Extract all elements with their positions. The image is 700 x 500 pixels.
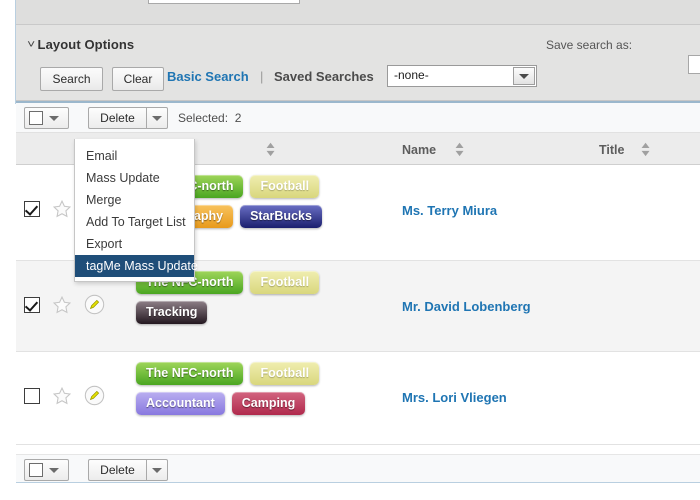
select-all-dropdown[interactable] (24, 459, 69, 481)
chevron-down-icon: ˅ (27, 39, 36, 51)
delete-dropdown-caret[interactable] (146, 107, 168, 129)
tag[interactable]: Accountant (136, 392, 225, 415)
row-checkbox[interactable] (24, 201, 40, 217)
save-search-as-input[interactable] (688, 55, 700, 74)
selected-count: Selected: 2 (178, 111, 241, 125)
delete-button[interactable]: Delete (88, 459, 146, 481)
top-cutoff-strip: ▾ (0, 0, 700, 25)
tag-list: The NFC-north Football Accountant Camping (136, 362, 396, 422)
basic-search-link[interactable]: Basic Search (167, 69, 249, 84)
separator: | (260, 69, 264, 84)
tag[interactable]: StarBucks (240, 205, 322, 228)
selected-count-value: 2 (234, 111, 242, 125)
star-icon[interactable] (52, 295, 72, 315)
chevron-down-icon[interactable] (49, 468, 59, 473)
delete-dropdown-caret[interactable] (146, 459, 168, 481)
sort-icon[interactable]: ▲ ▼ (639, 141, 652, 158)
column-header-title[interactable]: Title (599, 143, 624, 157)
menu-item-mass-update[interactable]: Mass Update (75, 167, 194, 189)
massupdate-toolbar-top: Delete Selected: 2 (16, 103, 700, 133)
tag[interactable]: Tracking (136, 301, 208, 324)
sort-icon[interactable]: ▲ ▼ (264, 141, 277, 158)
saved-searches-selected-value: -none- (394, 68, 429, 82)
column-header-name[interactable]: Name (402, 143, 436, 157)
table-row: The NFC-north Football Accountant Camping M… (16, 352, 700, 445)
menu-item-export[interactable]: Export (75, 233, 194, 255)
row-spacer (16, 445, 700, 454)
selected-count-label: Selected: (178, 111, 229, 125)
star-icon[interactable] (52, 199, 72, 219)
partial-text-input[interactable] (148, 0, 300, 4)
select-all-checkbox[interactable] (29, 463, 43, 477)
save-search-as-label: Save search as: (546, 38, 633, 52)
select-all-checkbox[interactable] (29, 111, 43, 125)
saved-searches-label: Saved Searches (274, 69, 374, 84)
clear-button[interactable]: Clear (112, 67, 164, 91)
tag[interactable]: Football (250, 271, 320, 294)
chevron-down-icon[interactable] (513, 67, 535, 85)
menu-item-merge[interactable]: Merge (75, 189, 194, 211)
layout-options-toggle[interactable]: ˅ Layout Options (27, 37, 135, 52)
pencil-icon[interactable] (84, 385, 105, 406)
page-bottom-margin (0, 483, 700, 500)
row-checkbox[interactable] (24, 388, 40, 404)
menu-item-tagme-mass-update[interactable]: tagMe Mass Update (75, 255, 198, 277)
tag[interactable]: Football (250, 175, 320, 198)
record-name-link[interactable]: Mr. David Lobenberg (402, 299, 531, 314)
menu-item-email[interactable]: Email (75, 145, 194, 167)
pencil-icon[interactable] (84, 294, 105, 315)
search-button[interactable]: Search (40, 67, 103, 91)
saved-searches-select[interactable]: -none- (387, 65, 537, 87)
search-panel: ˅ Layout Options Save search as: Search C… (16, 25, 700, 101)
panel-left-border (15, 0, 16, 104)
actions-dropdown-menu: Email Mass Update Merge Add To Target Li… (74, 139, 198, 282)
select-all-dropdown[interactable] (24, 107, 69, 129)
listview: Delete Selected: 2 Email Mass Update Mer… (16, 101, 700, 500)
tag[interactable]: The NFC-north (136, 362, 244, 385)
star-icon[interactable] (52, 386, 72, 406)
sort-icon[interactable]: ▲ ▼ (453, 141, 466, 158)
delete-button[interactable]: Delete (88, 107, 146, 129)
massupdate-toolbar-bottom: Delete (16, 454, 700, 484)
tag[interactable]: Football (250, 362, 320, 385)
layout-options-label: Layout Options (37, 37, 135, 52)
page-left-margin (0, 0, 16, 500)
record-name-link[interactable]: Mrs. Lori Vliegen (402, 390, 507, 405)
tag[interactable]: Camping (231, 392, 306, 415)
record-name-link[interactable]: Ms. Terry Miura (402, 203, 497, 218)
menu-item-add-to-target-list[interactable]: Add To Target List (75, 211, 194, 233)
row-checkbox[interactable] (24, 297, 40, 313)
chevron-down-icon[interactable] (49, 116, 59, 121)
app-root: ▾ ˅Layout Options Save search as: Search… (0, 0, 700, 500)
